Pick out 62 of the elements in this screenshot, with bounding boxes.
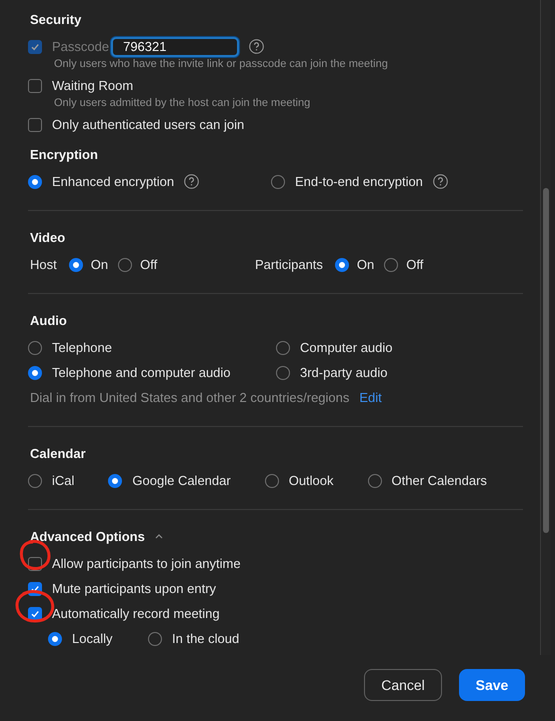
option-label: Enhanced encryption: [52, 174, 174, 189]
option-label: Off: [406, 257, 424, 272]
checkbox[interactable]: [28, 556, 42, 570]
option-label: iCal: [52, 473, 74, 488]
section-title: Encryption: [30, 146, 98, 162]
caret-icon[interactable]: [154, 533, 163, 539]
section-title: Audio: [30, 312, 67, 328]
radio-button[interactable]: [118, 258, 132, 272]
option-label: Automatically record meeting: [52, 606, 220, 621]
radio-button[interactable]: [28, 174, 42, 188]
option-label: Locally: [72, 631, 112, 646]
radio-button[interactable]: [28, 366, 42, 380]
section-title: Advanced Options: [30, 528, 145, 544]
scrollbar[interactable]: [540, 0, 551, 655]
section-title: Video: [30, 230, 66, 244]
check-icon: [30, 608, 40, 618]
option-label: Passcode: [52, 39, 110, 54]
section-title: Security: [30, 12, 82, 26]
option-label: Allow participants to join anytime: [52, 556, 241, 571]
cancel-button[interactable]: Cancel: [364, 669, 442, 701]
option-label: Google Calendar: [132, 473, 231, 488]
edit-link[interactable]: Edit: [359, 390, 382, 405]
save-button[interactable]: Save: [459, 669, 525, 701]
group-label: Host: [30, 257, 57, 272]
hint-text: Only users admitted by the host can join the meeting: [53, 97, 312, 109]
radio-button[interactable]: [384, 258, 398, 272]
option-label: Computer audio: [300, 340, 392, 355]
radio-button[interactable]: [28, 340, 42, 354]
option-label: Only authenticated users can join: [52, 117, 244, 132]
option-label: Other Calendars: [392, 473, 487, 488]
radio-button[interactable]: [368, 474, 382, 488]
option-label: Telephone and computer audio: [52, 365, 231, 380]
option-label: Waiting Room: [52, 78, 134, 93]
hint-text: Only users who have the invite link or passcode can join the meeting: [53, 58, 389, 70]
group-label: Participants: [255, 257, 323, 272]
radio-button[interactable]: [28, 474, 42, 488]
radio-button[interactable]: [276, 366, 290, 380]
dial-in-note: Dial in from United States and other 2 countries/regions: [30, 390, 350, 405]
section-title: Calendar: [30, 446, 86, 460]
radio-button[interactable]: [148, 632, 162, 646]
radio-button[interactable]: [48, 632, 62, 646]
radio-button[interactable]: [334, 258, 349, 272]
option-label: In the cloud: [172, 631, 240, 646]
option-label: On: [356, 257, 374, 272]
option-label: Mute participants upon entry: [52, 581, 216, 596]
option-label: Off: [140, 257, 158, 272]
help-icon[interactable]: [432, 174, 448, 189]
check-icon: [30, 42, 40, 52]
radio-button[interactable]: [264, 474, 279, 488]
radio-button[interactable]: [276, 340, 290, 354]
help-icon[interactable]: [184, 174, 200, 189]
option-label: Outlook: [288, 473, 334, 488]
radio-button[interactable]: [108, 474, 122, 488]
checkbox[interactable]: [28, 118, 42, 132]
checkbox[interactable]: [28, 606, 42, 620]
radio-button[interactable]: [68, 258, 83, 272]
option-label: End-to-end encryption: [295, 174, 423, 189]
option-label: On: [90, 257, 108, 272]
option-label: 3rd-party audio: [300, 365, 388, 380]
checkbox[interactable]: [28, 78, 42, 92]
option-label: Telephone: [52, 340, 112, 355]
radio-button[interactable]: [271, 174, 285, 188]
